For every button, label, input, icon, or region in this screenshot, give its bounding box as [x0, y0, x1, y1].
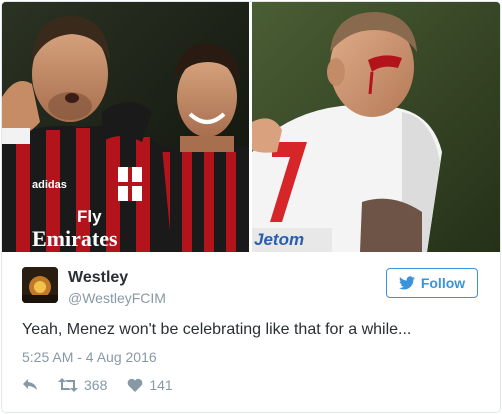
shirt-brand-text: adidas	[32, 179, 67, 191]
retweet-icon	[58, 378, 78, 392]
twitter-bird-icon	[398, 276, 415, 290]
tweet-text: Yeah, Menez won't be celebrating like th…	[22, 321, 412, 338]
avatar-image	[22, 267, 58, 303]
injury-photo-illustration	[252, 2, 500, 252]
celebration-photo-illustration	[2, 2, 249, 252]
shirt-sponsor-text-1: Fly	[77, 207, 102, 226]
sponsor-text: Jetom	[254, 230, 305, 249]
avatar[interactable]	[22, 267, 58, 303]
tweet-timestamp[interactable]: 5:25 AM - 4 Aug 2016	[22, 349, 157, 365]
reply-button[interactable]	[22, 378, 38, 392]
tweet-card: adidas Fly Emirates Jetom Westley @Westl…	[1, 1, 501, 413]
display-name[interactable]: Westley	[68, 269, 128, 287]
shirt-sponsor-text-2: Emirates	[32, 226, 118, 251]
retweet-button[interactable]: 368	[58, 377, 107, 393]
tweet-actions: 368 141	[22, 376, 193, 394]
tweet-media[interactable]: adidas Fly Emirates Jetom	[2, 2, 500, 252]
heart-icon	[128, 378, 143, 392]
follow-label: Follow	[420, 275, 466, 291]
like-button[interactable]: 141	[127, 377, 173, 393]
retweet-count: 368	[84, 377, 108, 393]
follow-button[interactable]: Follow	[386, 268, 478, 298]
like-count: 141	[149, 377, 173, 393]
photo-celebration[interactable]: adidas Fly Emirates	[2, 2, 249, 252]
photo-injury[interactable]: 7 Jetom	[252, 2, 500, 252]
user-handle[interactable]: @WestleyFCIM	[68, 290, 166, 306]
reply-icon	[23, 379, 37, 390]
